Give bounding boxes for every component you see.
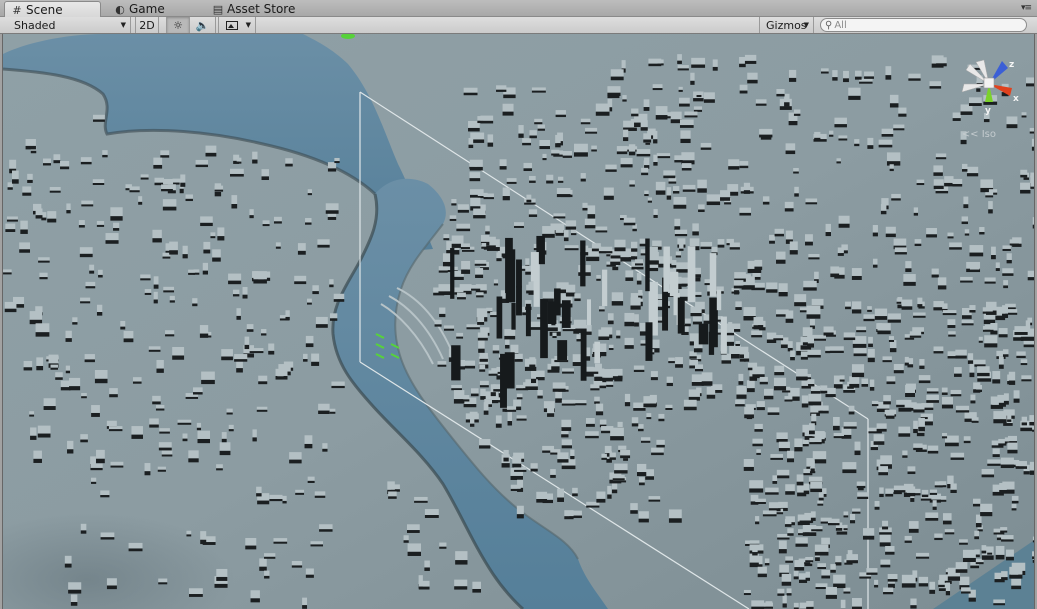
search-icon: ⚲ [825,19,833,31]
iso-icon: << [961,129,979,140]
store-bag-icon: ▤ [212,2,224,16]
game-icon: ◐ [115,2,125,16]
image-icon [226,20,238,30]
scene-toolbar: Shaded ▼ 2D ☼ 🔈 ▼ Gizmos ▼ ⚲ [0,17,1037,34]
gizmos-dropdown[interactable]: Gizmos ▼ [759,17,814,33]
tab-scene-label: Scene [26,3,63,17]
tab-asset-store-label: Asset Store [227,2,296,16]
scene-effects-dropdown[interactable]: ▼ [218,17,256,33]
scene-lighting-toggle[interactable]: ☼ [166,17,190,33]
gizmo-z-label: z [1009,60,1014,70]
tab-game-label: Game [129,2,165,16]
draw-mode-dropdown[interactable]: Shaded ▼ [0,17,131,33]
scene-search-field[interactable]: ⚲ [820,18,1027,32]
gizmo-y-label: y [985,106,991,116]
tab-asset-store[interactable]: ▤ Asset Store [206,1,316,17]
scene-audio-toggle[interactable]: 🔈 [190,17,216,33]
terrain-shadow [3,414,423,609]
speaker-icon: 🔈 [195,18,210,32]
scene-render [3,34,1034,609]
tab-options-menu-icon[interactable]: ▾≡ [1021,3,1032,13]
chevron-down-icon: ▼ [120,21,126,29]
scene-tab-bar: # Scene ◐ Game ▤ Asset Store ▾≡ [0,0,1037,18]
projection-toggle[interactable]: << Iso [962,129,996,140]
tab-game[interactable]: ◐ Game [108,1,200,17]
chevron-down-icon: ▼ [245,21,251,29]
scene-viewport[interactable]: z x y << Iso [2,34,1035,609]
draw-mode-label: Shaded [14,18,56,32]
sun-icon: ☼ [173,18,183,32]
search-input[interactable] [834,19,1005,31]
projection-label: Iso [981,129,996,140]
gizmo-center-cube[interactable] [983,77,995,89]
gizmos-label: Gizmos [766,18,807,32]
gizmo-x-label: x [1013,94,1019,104]
chevron-down-icon: ▼ [803,21,809,29]
toggle-2d-label: 2D [139,18,155,32]
toggle-2d-button[interactable]: 2D [135,17,159,33]
grid-icon: # [12,3,22,17]
tab-scene[interactable]: # Scene [4,1,101,18]
